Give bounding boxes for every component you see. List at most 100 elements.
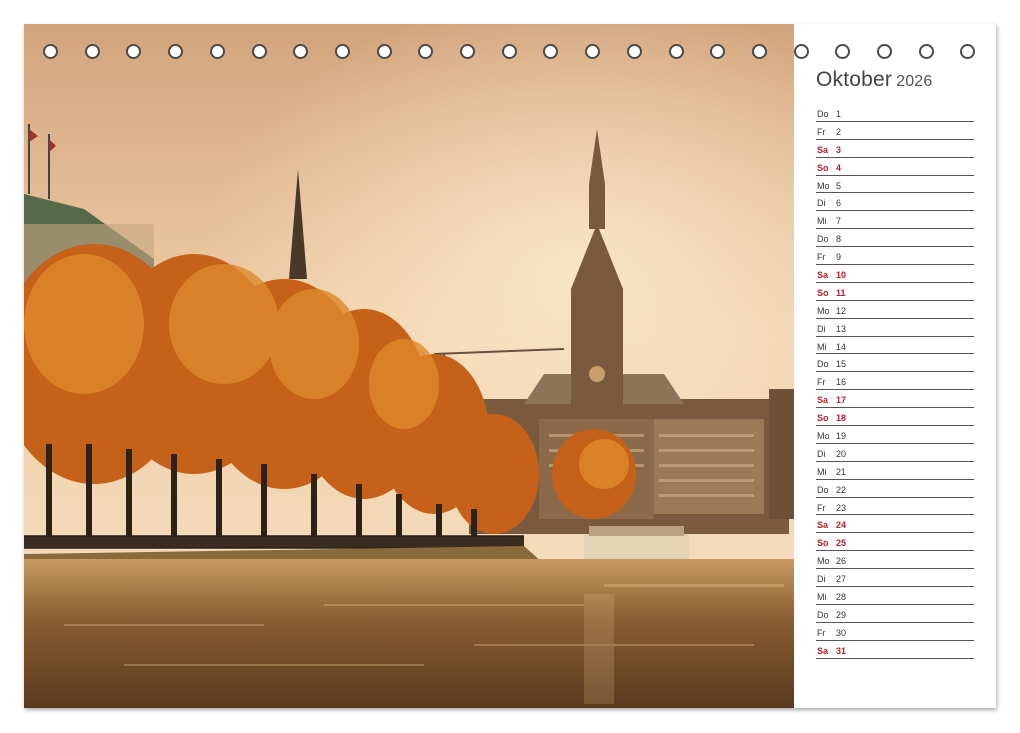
weekday-label: Mo — [817, 556, 830, 567]
calendar-panel: Oktober 2026 Do 1 Fr 2 Sa 3 So 4 Mo 5 Di 6 Mi 7 Do 8 Fr 9 S… — [794, 24, 996, 708]
day-number: 27 — [836, 574, 847, 585]
day-row: So 11 — [816, 283, 974, 301]
hamburg-autumn-photo — [24, 24, 794, 708]
day-row: Sa 10 — [816, 265, 974, 283]
day-number: 30 — [836, 627, 847, 638]
weekday-label: Mi — [817, 466, 827, 477]
weekday-label: So — [817, 162, 829, 173]
day-number: 22 — [836, 484, 847, 495]
day-row: Do 22 — [816, 480, 974, 498]
day-row: Fr 23 — [816, 498, 974, 516]
weekday-label: Mi — [817, 216, 827, 227]
weekday-label: Mo — [817, 180, 830, 191]
day-number: 8 — [836, 234, 842, 245]
day-number: 28 — [836, 592, 847, 603]
day-number: 2 — [836, 126, 842, 137]
month-title: Oktober 2026 — [816, 68, 933, 92]
day-number: 18 — [836, 413, 847, 424]
day-row: So 25 — [816, 533, 974, 552]
day-row: Di 6 — [816, 193, 974, 212]
month-name: Oktober — [816, 68, 893, 91]
day-row: Mo 12 — [816, 301, 974, 319]
day-row: Di 20 — [816, 444, 974, 462]
day-number: 12 — [836, 305, 847, 316]
weekday-label: Mi — [817, 592, 827, 603]
weekday-label: Di — [817, 198, 826, 209]
day-number: 7 — [836, 216, 842, 227]
day-row: Sa 3 — [816, 140, 974, 158]
day-number: 17 — [836, 395, 847, 406]
day-number: 1 — [836, 109, 842, 119]
weekday-label: Fr — [817, 126, 826, 137]
day-number: 31 — [836, 645, 847, 656]
day-number: 14 — [836, 341, 847, 352]
weekday-label: Mo — [817, 431, 830, 442]
day-number: 3 — [836, 144, 842, 155]
day-row: So 18 — [816, 408, 974, 427]
day-number: 23 — [836, 502, 847, 513]
weekday-label: Di — [817, 448, 826, 459]
day-row: Fr 30 — [816, 623, 974, 641]
calendar-photo — [24, 24, 794, 708]
day-row: Mi 21 — [816, 462, 974, 480]
weekday-label: Fr — [817, 377, 826, 388]
day-row: Mi 28 — [816, 587, 974, 605]
day-row: Fr 9 — [816, 247, 974, 266]
day-row: Fr 16 — [816, 372, 974, 391]
day-row: Sa 31 — [816, 641, 974, 659]
day-number: 24 — [836, 520, 847, 531]
day-row: Do 1 — [816, 104, 974, 122]
day-number: 13 — [836, 323, 847, 334]
year-label: 2026 — [896, 73, 933, 90]
weekday-label: Di — [817, 323, 826, 334]
day-row: Mo 26 — [816, 551, 974, 570]
weekday-label: Do — [817, 359, 829, 370]
weekday-label: Fr — [817, 627, 826, 638]
day-row: Di 27 — [816, 569, 974, 588]
weekday-label: Sa — [817, 395, 829, 406]
day-row: Mo 5 — [816, 176, 974, 194]
weekday-label: Sa — [817, 270, 829, 281]
day-number: 19 — [836, 431, 847, 442]
day-number: 4 — [836, 162, 842, 173]
weekday-label: Fr — [817, 502, 826, 513]
day-row: Mi 7 — [816, 211, 974, 230]
day-number: 10 — [836, 270, 847, 281]
day-number: 6 — [836, 198, 842, 209]
day-number: 20 — [836, 448, 847, 459]
weekday-label: Sa — [817, 645, 829, 656]
calendar-page: Oktober 2026 Do 1 Fr 2 Sa 3 So 4 Mo 5 Di 6 Mi 7 Do 8 Fr 9 S… — [24, 24, 996, 708]
weekday-label: Mi — [817, 341, 827, 352]
weekday-label: Do — [817, 234, 829, 245]
day-row: Mo 19 — [816, 426, 974, 444]
day-number: 5 — [836, 180, 842, 191]
weekday-label: Do — [817, 109, 829, 119]
day-row: Do 15 — [816, 354, 974, 373]
weekday-label: So — [817, 413, 829, 424]
day-number: 26 — [836, 556, 847, 567]
day-number: 21 — [836, 466, 847, 477]
day-row: Mi 14 — [816, 337, 974, 355]
weekday-label: Do — [817, 484, 829, 495]
weekday-label: Do — [817, 609, 829, 620]
day-number: 15 — [836, 359, 847, 370]
day-row: Do 8 — [816, 229, 974, 248]
day-row: Sa 24 — [816, 515, 974, 534]
day-list: Do 1 Fr 2 Sa 3 So 4 Mo 5 Di 6 Mi 7 Do 8 Fr 9 Sa 10 So 11 Mo 12 D… — [816, 104, 974, 659]
day-number: 29 — [836, 609, 847, 620]
day-row: Sa 17 — [816, 390, 974, 409]
weekday-label: Mo — [817, 305, 830, 316]
weekday-label: Di — [817, 574, 826, 585]
weekday-label: Sa — [817, 144, 829, 155]
day-row: Fr 2 — [816, 122, 974, 140]
day-row: Di 13 — [816, 319, 974, 337]
day-number: 9 — [836, 252, 842, 263]
day-number: 16 — [836, 377, 847, 388]
weekday-label: Fr — [817, 252, 826, 263]
weekday-label: So — [817, 287, 829, 298]
day-row: So 4 — [816, 158, 974, 176]
weekday-label: So — [817, 538, 829, 549]
day-row: Do 29 — [816, 605, 974, 623]
day-number: 11 — [836, 287, 846, 298]
day-number: 25 — [836, 538, 847, 549]
